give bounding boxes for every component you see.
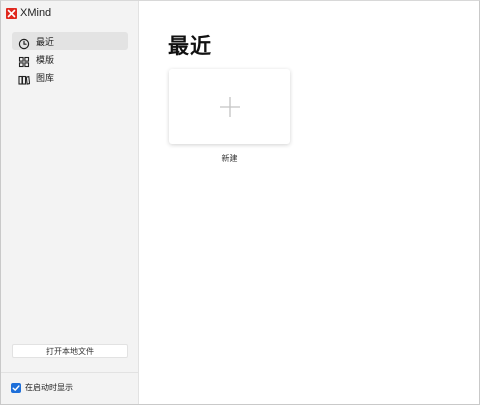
- app-title: XMind: [20, 7, 52, 19]
- template-grid-icon: [18, 53, 30, 68]
- xmind-logo-icon: [6, 7, 17, 19]
- open-local-file-button[interactable]: 打开本地文件: [12, 344, 128, 358]
- sidebar-item-label: 最近: [36, 37, 55, 48]
- title-bar: XMind: [6, 5, 51, 21]
- library-books-icon: [18, 71, 31, 85]
- sidebar-item-library[interactable]: 图库: [12, 68, 128, 86]
- sidebar-item-label: 图库: [36, 73, 55, 84]
- app-window: XMind 最近 模版 图库 打开本地文件 在启动时显示 最近 新建: [0, 0, 480, 405]
- sidebar-item-templates[interactable]: 模版: [12, 50, 128, 68]
- show-on-startup-option: 在启动时显示: [11, 382, 73, 393]
- show-on-startup-checkbox[interactable]: [11, 382, 21, 393]
- show-on-startup-label: 在启动时显示: [25, 383, 73, 392]
- sidebar-item-label: 模版: [36, 55, 55, 66]
- divider: [1, 372, 138, 373]
- plus-icon: [219, 96, 241, 118]
- new-file-card[interactable]: [169, 69, 290, 144]
- clock-icon: [18, 35, 30, 50]
- sidebar-item-recent[interactable]: 最近: [12, 32, 128, 50]
- sidebar-nav: 最近 模版 图库: [12, 32, 128, 86]
- new-file-label: 新建: [221, 154, 238, 163]
- main-content: 最近 新建: [139, 1, 479, 404]
- sidebar: XMind 最近 模版 图库 打开本地文件 在启动时显示: [1, 1, 139, 404]
- page-title: 最近: [168, 34, 212, 58]
